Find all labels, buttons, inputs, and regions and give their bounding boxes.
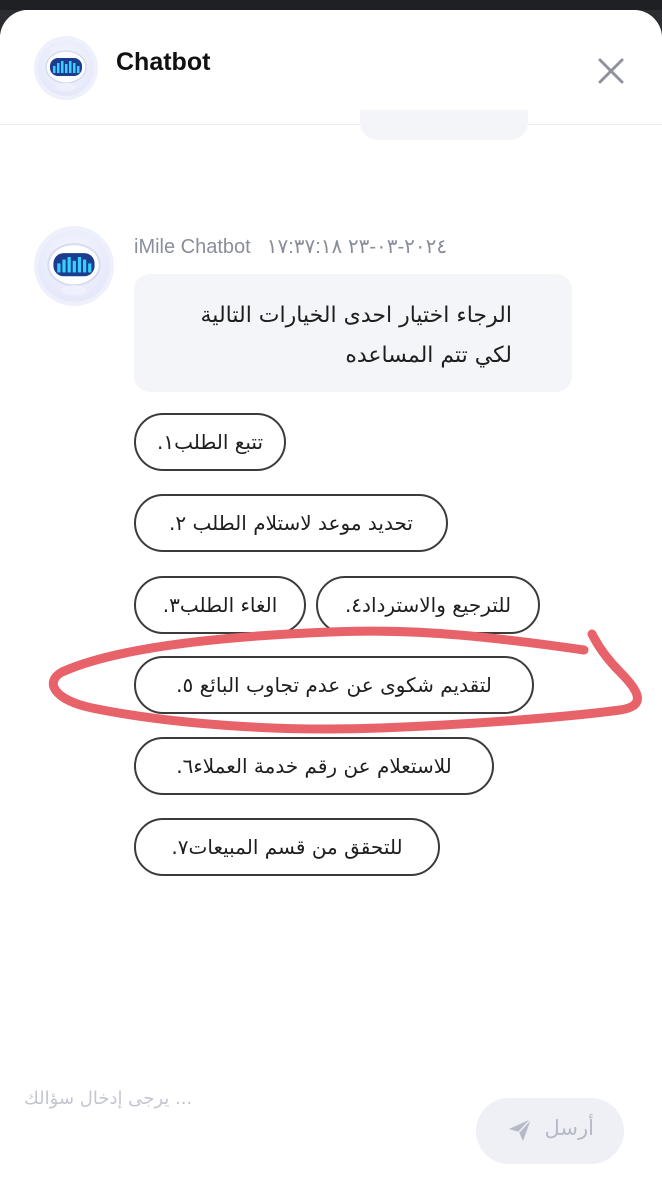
- option-button-3[interactable]: الغاء الطلب٣.: [134, 576, 306, 634]
- message-meta: iMile Chatbot ٢٠٢٤-٠٣-٢٣ ١٧:٣٧:١٨: [134, 234, 447, 259]
- bot-avatar: [38, 230, 110, 302]
- chat-panel: Chatbot iMile Chatbot ٢٠٢٤-٠٣-٢٣ ١٧:٣٧:١٨…: [0, 10, 662, 1200]
- header-title: Chatbot: [116, 48, 211, 76]
- option-button-7[interactable]: للتحقق من قسم المبيعات٧.: [134, 818, 440, 876]
- send-label: أرسل: [544, 1116, 594, 1140]
- sender-name: iMile Chatbot: [134, 236, 251, 258]
- message-line: الرجاء اختيار احدى الخيارات التالية: [200, 303, 512, 328]
- chat-header: Chatbot: [0, 10, 662, 125]
- option-button-4[interactable]: للترجيع والاسترداد٤.: [316, 576, 540, 634]
- system-top-bar: [0, 0, 662, 10]
- message-timestamp: ٢٠٢٤-٠٣-٢٣ ١٧:٣٧:١٨: [266, 236, 448, 258]
- message-bubble: الرجاء اختيار احدى الخيارات التالية لكي …: [134, 274, 572, 392]
- option-button-1[interactable]: تتبع الطلب١.: [134, 413, 286, 471]
- option-button-2[interactable]: تحديد موعد لاستلام الطلب ٢.: [134, 494, 448, 552]
- message-line: لكي تتم المساعده: [345, 343, 512, 368]
- option-button-5[interactable]: لتقديم شكوى عن عدم تجاوب البائع ٥.: [134, 656, 534, 714]
- option-button-6[interactable]: للاستعلام عن رقم خدمة العملاء٦.: [134, 737, 494, 795]
- close-icon: [598, 58, 624, 84]
- close-button[interactable]: [594, 54, 628, 88]
- robot-icon: [47, 243, 101, 296]
- previous-message-bubble: [360, 110, 528, 140]
- send-icon: [509, 1118, 532, 1141]
- question-input[interactable]: [24, 1076, 464, 1120]
- robot-icon: [38, 40, 94, 96]
- send-button[interactable]: أرسل: [476, 1098, 624, 1164]
